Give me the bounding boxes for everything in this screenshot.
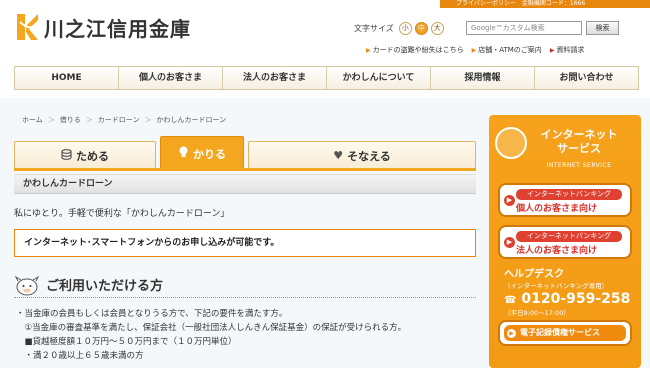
corporate-internet-banking-button[interactable]: ▶ インターネットバンキング 法人のお客さま向け [498, 225, 632, 259]
text-size-label: 文字サイズ [354, 24, 394, 33]
breadcrumb: ホーム ＞ 借りる ＞ カードローン ＞ かわしんカードローン [22, 115, 226, 125]
requirement-item: ①当金庫の審査基準を満たし、保証会社（一般社団法人しんきん保証基金）の保証が受け… [16, 323, 407, 333]
nav-personal[interactable]: 個人のお客さま [119, 67, 223, 89]
eligibility-heading-text: ご利用いただける方 [46, 279, 164, 294]
tab-borrow[interactable]: かりる [160, 136, 244, 170]
internet-service-sidebar: インターネット サービス INTERNET SERVICE ▶ インターネットバ… [489, 115, 641, 368]
arrow-icon: ▶ [507, 329, 516, 338]
global-nav: HOME 個人のお客さま 法人のお客さま かわしんについて 採用情報 お問い合わ… [14, 66, 639, 90]
tab-prepare-label: そなえる [347, 149, 391, 163]
lost-card-link[interactable]: ▶ カードの盗難や紛失はこちら [366, 45, 464, 55]
arrow-icon: ▶ [366, 47, 371, 54]
intro-text: 私にゆとり。手軽で便利な「かわしんカードローン」 [14, 209, 230, 219]
nav-home[interactable]: HOME [15, 67, 119, 89]
logo[interactable]: 川之江信用金庫 [14, 12, 191, 42]
tab-prepare[interactable]: ♥ そなえる [248, 141, 476, 169]
btn-bottom-label: 法人のお客さま向け [516, 246, 598, 256]
nav-about[interactable]: かわしんについて [327, 67, 431, 89]
text-size-large-button[interactable]: 大 [430, 22, 444, 35]
breadcrumb-home[interactable]: ホーム [22, 115, 43, 125]
breadcrumb-separator-icon: ＞ [144, 116, 152, 124]
breadcrumb-cardloan[interactable]: カードローン [98, 115, 140, 125]
phone-icon: ☎ [504, 295, 517, 306]
nav-recruit[interactable]: 採用情報 [431, 67, 535, 89]
search-button[interactable]: 検索 [586, 21, 619, 35]
logo-text: 川之江信用金庫 [44, 16, 191, 41]
site-header: 川之江信用金庫 プライバシーポリシー 金融機関コード：1666 文字サイズ 小 … [0, 0, 650, 66]
requirement-item: ■貸越極度額１０万円～５０万円まで（１０万円単位） [16, 337, 237, 347]
coins-icon [61, 148, 72, 163]
notice-box: インターネット･スマートフォンからのお申し込みが可能です。 [14, 229, 476, 257]
breadcrumb-separator-icon: ＞ [47, 116, 55, 124]
search-input[interactable]: Google™カスタム検索 [466, 21, 582, 35]
heart-icon: ♥ [333, 149, 344, 162]
btn-top-label: インターネットバンキング [516, 231, 622, 242]
section-title: かわしんカードローン [14, 174, 476, 194]
cow-mascot-icon [14, 274, 40, 296]
nav-contact[interactable]: お問い合わせ [535, 67, 638, 89]
electronic-claims-label: 電子記録債権サービス [504, 325, 626, 341]
helpdesk-subtitle: （インターネットバンキング専用） [504, 282, 609, 290]
helpdesk-info: ヘルプデスク （インターネットバンキング専用） ☎ 0120-959-258 （… [504, 265, 630, 317]
btn-top-label: インターネットバンキング [516, 189, 622, 200]
internet-banking-badge-icon [495, 127, 527, 159]
requirement-item: ・満２０歳以上６５歳未満の方 [16, 351, 144, 361]
lightbulb-icon [178, 146, 189, 161]
text-size-control: 文字サイズ 小 中 大 [354, 22, 444, 35]
text-size-small-button[interactable]: 小 [398, 22, 412, 35]
electronic-claims-button[interactable]: 電子記録債権サービス ▶ [498, 320, 632, 346]
tab-borrow-label: かりる [193, 147, 226, 161]
breadcrumb-current: かわしんカードローン [156, 116, 227, 124]
requirements-list: ・当金庫の会員もしくは会員となりうる方で、下記の要件を満たす方。 ①当金庫の審査… [16, 307, 406, 363]
nav-corporate[interactable]: 法人のお客さま [223, 67, 327, 89]
helpdesk-phone[interactable]: ☎ 0120-959-258 [504, 291, 630, 307]
logo-mark-icon [14, 12, 40, 42]
btn-bottom-label: 個人のお客さま向け [516, 204, 598, 214]
breadcrumb-separator-icon: ＞ [85, 116, 93, 124]
tab-save-label: ためる [76, 149, 109, 163]
eligibility-heading: ご利用いただける方 [14, 272, 476, 298]
sidebar-subtitle: INTERNET SERVICE [546, 162, 612, 169]
helpdesk-title: ヘルプデスク [504, 269, 564, 280]
arrow-icon: ▶ [504, 237, 515, 248]
category-tabs: ためる かりる ♥ そなえる [14, 136, 476, 170]
text-size-medium-button[interactable]: 中 [414, 22, 428, 35]
helpdesk-hours: （平日9:00～17:00） [504, 309, 570, 317]
sidebar-title: インターネット サービス [540, 128, 618, 155]
breadcrumb-borrow[interactable]: 借りる [60, 115, 81, 125]
arrow-icon: ▶ [549, 47, 555, 54]
arrow-icon: ▶ [504, 195, 515, 206]
arrow-icon: ▶ [471, 47, 477, 54]
requirement-item: ・当金庫の会員もしくは会員となりうる方で、下記の要件を満たす方。 [16, 309, 288, 319]
branch-atm-link[interactable]: ▶ 店舗・ATMのご案内 [472, 45, 542, 55]
document-request-link[interactable]: ▶ 資料請求 [550, 45, 585, 55]
personal-internet-banking-button[interactable]: ▶ インターネットバンキング 個人のお客さま向け [498, 183, 632, 217]
privacy-policy-link[interactable]: プライバシーポリシー 金融機関コード：1666 [440, 0, 650, 8]
tabs-underline [14, 168, 476, 171]
tab-save[interactable]: ためる [14, 141, 156, 169]
header-sublinks: ▶ カードの盗難や紛失はこちら ▶ 店舗・ATMのご案内 ▶ 資料請求 [366, 45, 584, 55]
